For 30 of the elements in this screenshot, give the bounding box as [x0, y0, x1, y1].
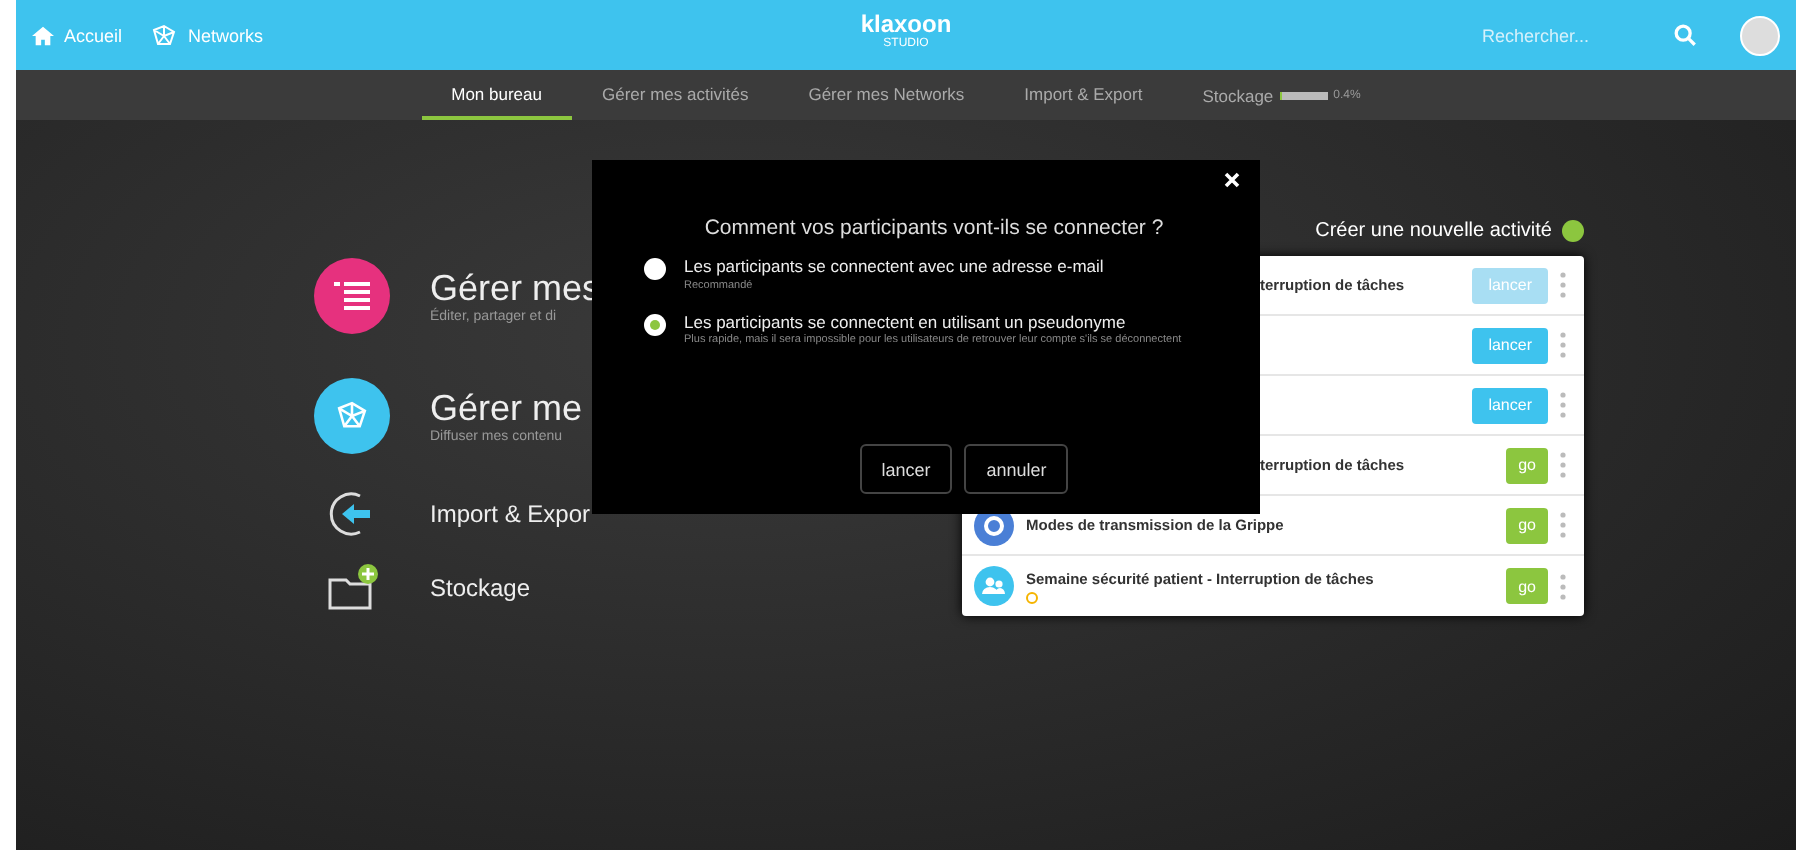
menu-title[interactable]: Import & Expor	[430, 499, 591, 527]
dialog-title: Comment vos participants vont-ils se connecter ?	[702, 216, 1166, 240]
more-icon[interactable]	[1560, 573, 1572, 599]
network-icon	[314, 378, 390, 454]
more-icon[interactable]	[1560, 452, 1572, 478]
create-activity-link[interactable]: Créer une nouvelle activité	[1315, 220, 1584, 242]
people-icon	[974, 566, 1014, 606]
more-icon[interactable]	[1560, 332, 1572, 358]
close-icon[interactable]	[1224, 172, 1240, 188]
option-label[interactable]: Les participants se connectent en utilisant un pseudonyme	[684, 311, 1184, 332]
list-icon	[314, 258, 390, 334]
more-icon[interactable]	[1560, 272, 1572, 298]
search-field[interactable]: Rechercher...	[1478, 23, 1658, 47]
avatar[interactable]	[1740, 15, 1780, 55]
home-icon	[32, 25, 54, 45]
radio-button[interactable]	[644, 258, 666, 280]
folder-icon	[326, 563, 378, 611]
menu-title[interactable]: Stockage	[430, 573, 531, 601]
nav-tab[interactable]: Import & Export	[994, 70, 1173, 120]
radio-button[interactable]	[644, 313, 666, 335]
option-label[interactable]: Les participants se connectent avec une adresse e-mail	[684, 256, 1184, 277]
nav-tab[interactable]: Gérer mes activités	[572, 70, 779, 120]
menu-title[interactable]: Gérer me	[430, 388, 583, 430]
dialog-button[interactable]: annuler	[964, 444, 1069, 494]
search-icon[interactable]	[1674, 24, 1696, 46]
nav-tab[interactable]: Gérer mes Networks	[778, 70, 995, 120]
dialog-button[interactable]: lancer	[859, 444, 953, 494]
more-icon[interactable]	[1560, 512, 1572, 538]
more-icon[interactable]	[1560, 392, 1572, 418]
network-icon	[150, 23, 179, 47]
